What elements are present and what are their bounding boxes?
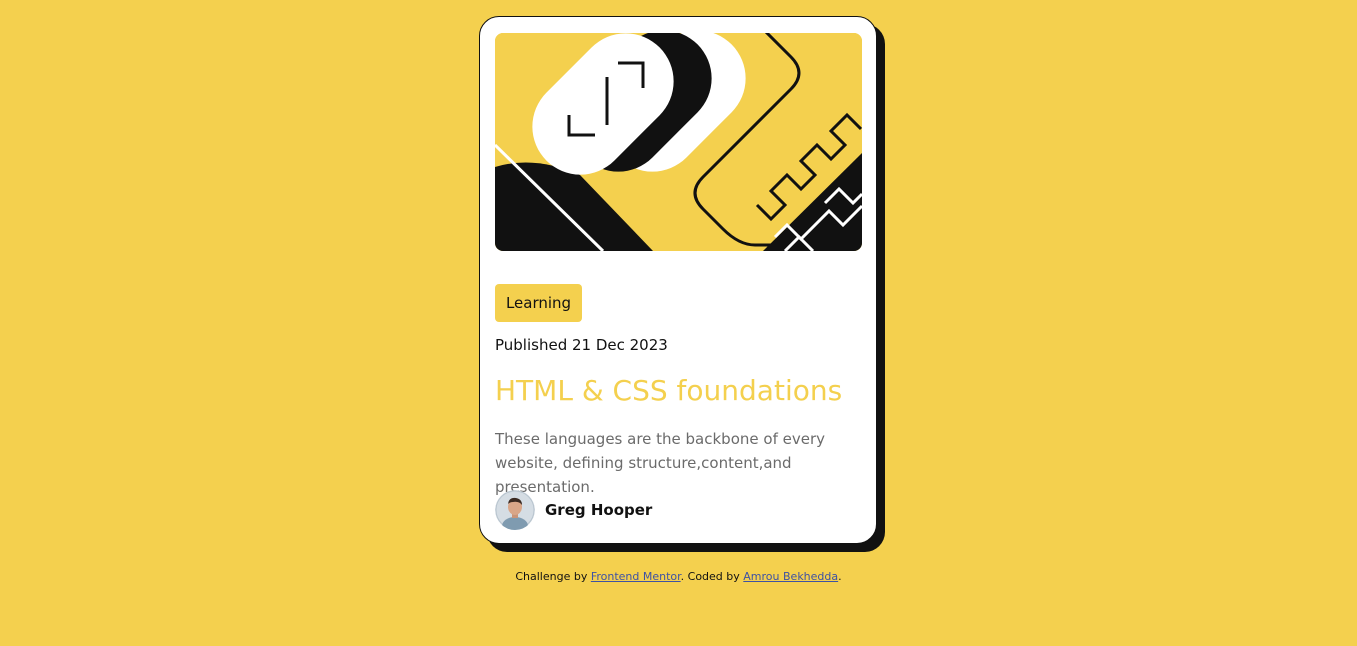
blog-preview-card: Learning Published 21 Dec 2023 HTML & CS… xyxy=(479,16,877,544)
author-avatar xyxy=(495,490,535,530)
attribution-middle: . Coded by xyxy=(680,570,744,583)
frontend-mentor-link[interactable]: Frontend Mentor xyxy=(591,570,681,583)
attribution-prefix: Challenge by xyxy=(515,570,591,583)
category-tag: Learning xyxy=(495,284,582,322)
attribution: Challenge by Frontend Mentor. Coded by A… xyxy=(0,570,1357,583)
hero-illustration xyxy=(495,33,862,251)
card-description: These languages are the backbone of ever… xyxy=(495,430,825,496)
card-title[interactable]: HTML & CSS foundations xyxy=(495,371,842,411)
author-link[interactable]: Amrou Bekhedda xyxy=(743,570,838,583)
published-date: Published 21 Dec 2023 xyxy=(495,336,668,354)
author-name: Greg Hooper xyxy=(545,501,653,519)
author: Greg Hooper xyxy=(495,490,652,530)
attribution-suffix: . xyxy=(838,570,842,583)
